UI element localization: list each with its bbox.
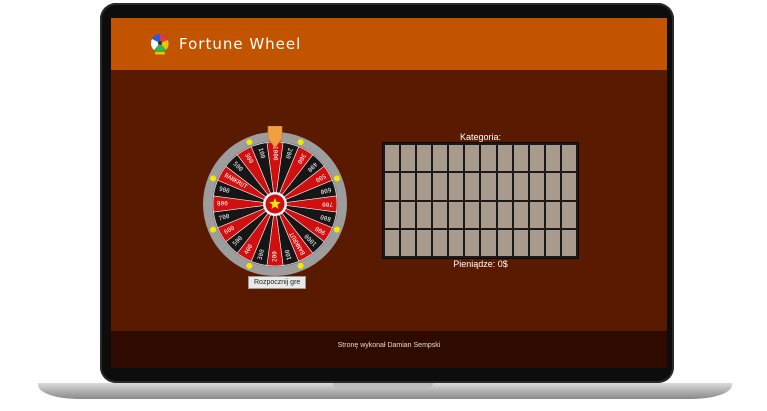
board-cell — [561, 173, 576, 200]
board-cell — [465, 229, 480, 256]
board-cell — [561, 201, 576, 228]
board-cell — [417, 201, 432, 228]
board-cell — [449, 145, 464, 172]
board-cell — [465, 201, 480, 228]
board-cell — [417, 173, 432, 200]
wheel-graphic[interactable]: 1000 200 3004005006007008009001000BANKRUT1… — [199, 126, 351, 278]
board-cell — [513, 201, 528, 228]
board-cell — [401, 229, 416, 256]
board-cell — [513, 229, 528, 256]
app-title: Fortune Wheel — [179, 35, 302, 53]
app-header: Fortune Wheel — [111, 18, 667, 70]
board-cell — [513, 173, 528, 200]
board-cell — [497, 201, 512, 228]
board-cell — [481, 229, 496, 256]
wheel-light — [210, 175, 217, 182]
board-cell — [417, 229, 432, 256]
board-cell — [465, 145, 480, 172]
wheel-segment-label: 200 — [272, 251, 279, 262]
puzzle-board — [382, 142, 579, 259]
board-cell — [513, 145, 528, 172]
fortune-wheel-logo-icon — [150, 34, 169, 55]
board-cell — [497, 229, 512, 256]
money-label: Pieniądze: 0$ — [453, 259, 508, 269]
fortune-wheel[interactable]: 1000 200 300 400 500 600 700 800 900 1000 BANKRUT 1… — [199, 126, 351, 278]
board-cell — [433, 229, 448, 256]
board-cell — [417, 145, 432, 172]
wheel-light — [333, 175, 340, 182]
board-cell — [529, 145, 544, 172]
board-cell — [529, 229, 544, 256]
board-cell — [561, 229, 576, 256]
board-cell — [545, 229, 560, 256]
board-cell — [497, 173, 512, 200]
board-cell — [433, 173, 448, 200]
board-cell — [385, 229, 400, 256]
wheel-light — [246, 262, 253, 269]
board-cell — [465, 173, 480, 200]
wheel-light — [333, 226, 340, 233]
board-cell — [385, 173, 400, 200]
wheel-segment-label: 800 — [217, 201, 228, 208]
wheel-segment-label: 700 — [322, 201, 333, 208]
board-cell — [401, 201, 416, 228]
laptop-notch — [333, 383, 433, 389]
board-cell — [449, 229, 464, 256]
app-footer: Stronę wykonał Damian Sempski — [111, 331, 667, 368]
wheel-light — [246, 139, 253, 146]
start-game-button[interactable]: Rozpocznij gre — [248, 276, 307, 289]
board-cell — [401, 173, 416, 200]
board-cell — [529, 173, 544, 200]
board-cell — [545, 145, 560, 172]
board-cell — [449, 201, 464, 228]
app-screen: Fortune Wheel 1000 200 300 400 500 600 700 800 9… — [111, 18, 667, 368]
board-cell — [529, 201, 544, 228]
board-cell — [497, 145, 512, 172]
wheel-light — [297, 139, 304, 146]
footer-credit: Stronę wykonał Damian Sempski — [337, 342, 441, 349]
wheel-light — [210, 226, 217, 233]
laptop-mockup: Fortune Wheel 1000 200 300 400 500 600 700 800 9… — [0, 0, 767, 411]
category-label: Kategoria: — [459, 132, 502, 142]
board-cell — [561, 145, 576, 172]
board-cell — [385, 145, 400, 172]
board-cell — [481, 145, 496, 172]
board-cell — [401, 145, 416, 172]
board-cell — [481, 173, 496, 200]
board-cell — [481, 201, 496, 228]
board-cell — [545, 201, 560, 228]
board-cell — [433, 201, 448, 228]
wheel-light — [297, 262, 304, 269]
board-cell — [449, 173, 464, 200]
board-cell — [545, 173, 560, 200]
board-cell — [433, 145, 448, 172]
board-cell — [385, 201, 400, 228]
